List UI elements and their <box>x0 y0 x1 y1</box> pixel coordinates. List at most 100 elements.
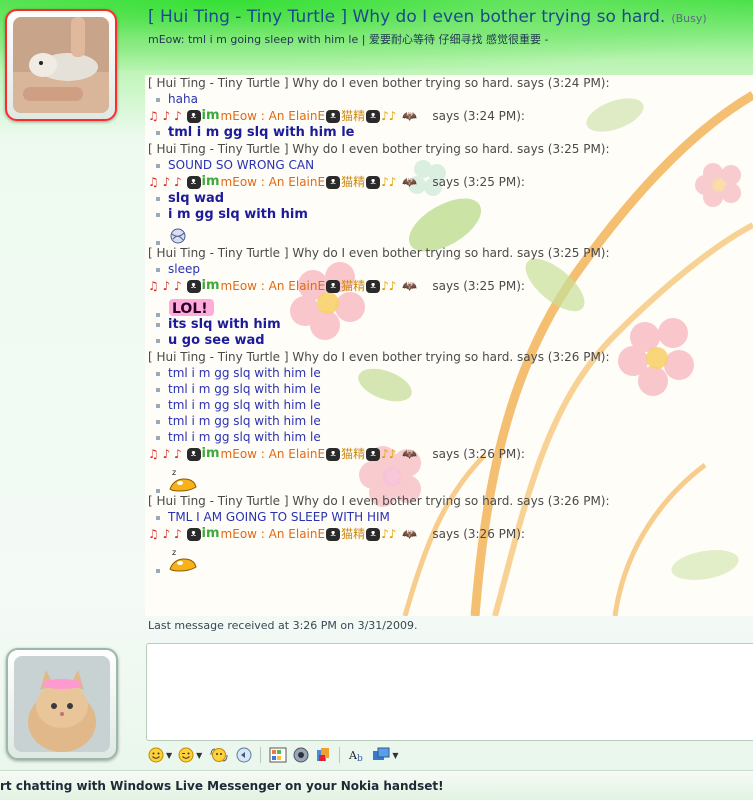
message-line <box>148 223 748 245</box>
background-button[interactable] <box>269 745 287 765</box>
bat-icon: 🦇 <box>402 527 418 541</box>
bullet-icon <box>156 322 160 327</box>
message-line: TML I AM GOING TO SLEEP WITH HIM <box>148 509 748 525</box>
contact-personal-message: mEow: tml i m going sleep with him le | … <box>148 33 549 46</box>
voice-clip-icon <box>210 748 228 762</box>
message-time: says (3:26 PM): <box>432 447 525 461</box>
speaker-icon <box>293 747 309 763</box>
self-nickname-cn: 猫精 <box>341 527 366 541</box>
self-nickname: mEow : An ElainE <box>220 109 326 123</box>
bullet-icon <box>156 212 160 217</box>
voice-clip-button[interactable] <box>208 745 230 765</box>
cat-icon: ᴥ <box>366 109 381 123</box>
self-nickname: mEow : An ElainE <box>220 527 326 541</box>
self-sender-line: ♫ ♪ ♪ ᴥ im mEow : An ElainE ᴥ 猫精 ᴥ ♪♪ 🦇 says (3:… <box>148 173 748 191</box>
message-time: says (3:25 PM): <box>432 279 525 293</box>
toolbar-divider <box>339 747 341 763</box>
bat-icon: 🦇 <box>402 279 418 293</box>
svg-text:z: z <box>172 548 176 557</box>
music-note-icon: ♫ ♪ ♪ <box>148 279 182 293</box>
im-logo-icon: im <box>201 174 220 189</box>
music-note-icon: ♫ ♪ ♪ <box>148 109 182 123</box>
message-line: tml i m gg slq with him le <box>148 429 748 445</box>
cat-icon: ᴥ <box>326 447 341 461</box>
yarn-emoticon <box>170 228 186 244</box>
self-nickname: mEow : An ElainE <box>220 175 326 189</box>
cat-icon: ᴥ <box>326 527 341 541</box>
nudge-button[interactable] <box>236 745 252 765</box>
im-logo-icon: im <box>201 446 220 461</box>
wink-button[interactable]: ▼ <box>178 745 202 765</box>
cat-icon: ᴥ <box>186 527 201 541</box>
music-note-icon: ♫ ♪ ♪ <box>148 527 182 541</box>
message-time: says (3:26 PM): <box>432 527 525 541</box>
message-time: says (3:25 PM): <box>432 175 525 189</box>
message-list: [ Hui Ting - Tiny Turtle ] Why do I even… <box>148 75 748 573</box>
cat-icon: ᴥ <box>366 175 381 189</box>
contact-title: [ Hui Ting - Tiny Turtle ] Why do I even… <box>148 7 707 27</box>
chat-history[interactable]: [ Hui Ting - Tiny Turtle ] Why do I even… <box>145 75 753 616</box>
cat-icon: ᴥ <box>366 279 381 293</box>
message-line: its slq with him <box>148 317 748 333</box>
font-button[interactable]: Ab <box>348 745 366 765</box>
cat-icon: ᴥ <box>186 279 201 293</box>
chevron-down-icon: ▼ <box>392 750 399 760</box>
message-line: tml i m gg slq with him le <box>148 381 748 397</box>
self-nickname: mEow : An ElainE <box>220 279 326 293</box>
cat-icon: ᴥ <box>366 447 381 461</box>
sleeping-emoticon: z <box>169 548 197 572</box>
self-sender-line: ♫ ♪ ♪ ᴥ im mEow : An ElainE ᴥ 猫精 ᴥ ♪♪ 🦇 says (3:… <box>148 445 748 463</box>
cat-icon: ᴥ <box>326 109 341 123</box>
cat-icon: ᴥ <box>186 109 201 123</box>
contact-avatar-frame[interactable] <box>5 9 117 121</box>
contact-sender-line: [ Hui Ting - Tiny Turtle ] Why do I even… <box>148 142 610 156</box>
message-line: z <box>148 543 748 573</box>
toolbar-divider <box>260 747 262 763</box>
message-line: tml i m gg slq with him le <box>148 125 748 141</box>
self-sender-line: ♫ ♪ ♪ ᴥ im mEow : An ElainE ᴥ 猫精 ᴥ ♪♪ 🦇 says (3:… <box>148 107 748 125</box>
footer-ad-text[interactable]: rt chatting with Windows Live Messenger … <box>0 779 444 793</box>
bullet-icon <box>156 403 160 408</box>
svg-text:LOL!: LOL! <box>172 301 208 317</box>
font-icon: Ab <box>348 749 363 763</box>
emoticon-button[interactable]: ▼ <box>148 745 172 765</box>
message-line: tml i m gg slq with him le <box>148 365 748 381</box>
bullet-icon <box>156 196 160 201</box>
message-line: SOUND SO WRONG CAN <box>148 157 748 173</box>
chevron-down-icon: ▼ <box>166 750 173 760</box>
cat-icon: ᴥ <box>326 279 341 293</box>
message-line: u go see wad <box>148 333 748 349</box>
self-avatar[interactable] <box>14 656 110 752</box>
bullet-icon <box>156 387 160 392</box>
message-time: says (3:24 PM): <box>432 109 525 123</box>
svg-text:z: z <box>172 468 176 477</box>
self-avatar-frame[interactable] <box>6 648 118 760</box>
music-note-icon: ♫ ♪ ♪ <box>148 175 182 189</box>
bullet-icon <box>156 130 160 135</box>
self-nickname-cn: 猫精 <box>341 109 366 123</box>
bullet-icon <box>156 267 160 272</box>
contact-name: [ Hui Ting - Tiny Turtle ] Why do I even… <box>148 7 666 27</box>
bullet-icon <box>156 338 160 343</box>
cat-icon: ᴥ <box>366 527 381 541</box>
contact-sender-line: [ Hui Ting - Tiny Turtle ] Why do I even… <box>148 350 610 364</box>
contact-sender-line: [ Hui Ting - Tiny Turtle ] Why do I even… <box>148 494 610 508</box>
bullet-icon <box>156 569 160 573</box>
wink-icon <box>178 747 194 763</box>
message-input[interactable] <box>146 643 753 741</box>
message-line: tml i m gg slq with him le <box>148 397 748 413</box>
music-note-icon: ♪♪ <box>381 175 397 189</box>
nudge-icon <box>236 747 252 763</box>
sound-button[interactable] <box>293 745 309 765</box>
color-button[interactable]: ▼ <box>372 745 398 765</box>
sleeping-emoticon: z <box>169 468 197 492</box>
im-logo-icon: im <box>201 526 220 541</box>
send-file-button[interactable] <box>315 745 331 765</box>
ad-footer[interactable]: rt chatting with Windows Live Messenger … <box>0 770 753 800</box>
message-line: i m gg slq with him <box>148 207 748 223</box>
contact-avatar[interactable] <box>13 17 109 113</box>
self-nickname-cn: 猫精 <box>341 175 366 189</box>
bullet-icon <box>156 97 160 102</box>
background-icon <box>269 747 287 763</box>
lol-emoticon: LOL! <box>169 299 214 317</box>
